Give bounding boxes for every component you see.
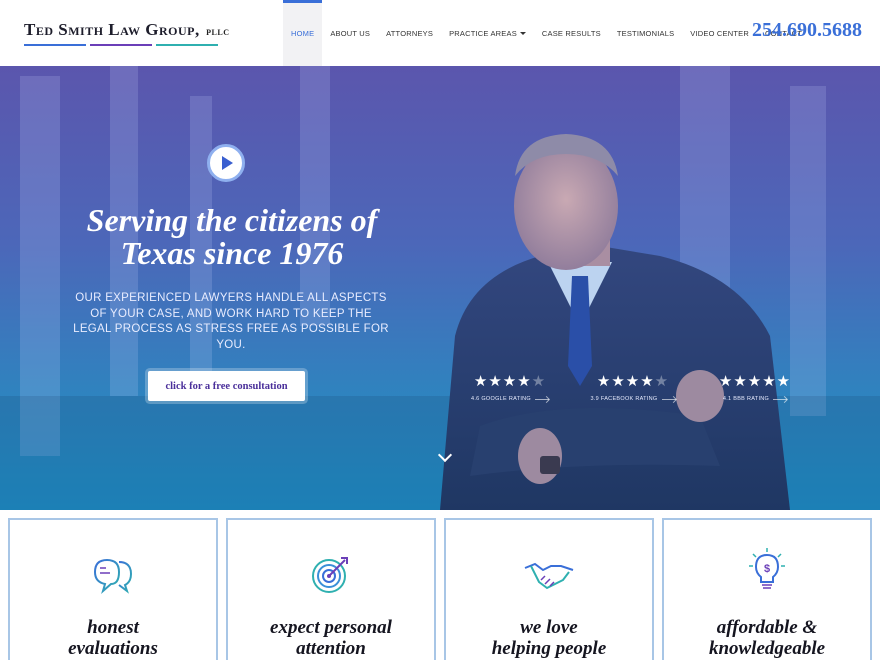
feature-title: we love helping people	[491, 617, 607, 659]
feature-card-honest-evaluations: honest evaluations	[8, 518, 218, 660]
rating-facebook[interactable]: ★★★★★ 3.9 Facebook Rating	[578, 372, 688, 402]
logo-bar-purple	[90, 44, 152, 46]
site-header: Ted Smith Law Group, PLLC Home About Us …	[0, 0, 880, 66]
ratings: ★★★★★ 4.6 Google Rating ★★★★★ 3.9 Facebo…	[0, 66, 880, 510]
stars-full: ★★★★	[473, 373, 532, 390]
feature-card-personal-attention: expect personal attention	[226, 518, 436, 660]
caret-down-icon	[519, 31, 526, 35]
rating-google[interactable]: ★★★★★ 4.6 Google Rating	[455, 372, 565, 402]
rating-label-text: 3.9 Facebook Rating	[590, 396, 658, 402]
nav-practice-areas[interactable]: Practice Areas	[441, 0, 534, 66]
stars-full: ★★★★★	[718, 373, 792, 390]
target-icon	[228, 554, 434, 594]
star-partial: ★	[654, 373, 670, 390]
feature-title: honest evaluations	[68, 617, 158, 659]
feature-card-helping-people: we love helping people	[444, 518, 654, 660]
nav-home[interactable]: Home	[283, 0, 323, 66]
star-rating: ★★★★★	[455, 372, 565, 390]
feature-card-affordable-knowledgeable: $ affordable & knowledgeable	[662, 518, 872, 660]
star-rating: ★★★★★	[700, 372, 810, 390]
rating-label: 3.9 Facebook Rating	[578, 396, 688, 402]
feature-title: affordable & knowledgeable	[708, 617, 826, 659]
phone-number[interactable]: 254.690.5688	[752, 19, 862, 42]
rating-label: 4.6 Google Rating	[455, 396, 565, 402]
star-partial: ★	[531, 373, 547, 390]
speech-bubbles-icon	[10, 554, 216, 594]
nav-testimonials[interactable]: Testimonials	[609, 0, 682, 66]
logo-suffix: PLLC	[206, 28, 230, 37]
arrow-right-icon	[773, 398, 788, 400]
logo-underline-bars	[24, 44, 230, 46]
nav-video-center[interactable]: Video Center	[682, 0, 757, 66]
nav-practice-areas-label: Practice Areas	[449, 28, 517, 38]
logo-bar-blue	[24, 44, 86, 46]
main-nav: Home About Us Attorneys Practice Areas C…	[283, 0, 810, 66]
arrow-right-icon	[535, 398, 549, 400]
stars-full: ★★★★	[596, 373, 655, 390]
lightbulb-dollar-icon: $	[664, 546, 870, 589]
svg-text:$: $	[764, 563, 770, 575]
rating-label-text: 4.1 BBB Rating	[722, 396, 770, 402]
nav-attorneys[interactable]: Attorneys	[378, 0, 441, 66]
rating-label-text: 4.6 Google Rating	[470, 396, 531, 402]
feature-title: expect personal attention	[270, 617, 392, 659]
logo-bar-teal	[156, 44, 218, 46]
arrow-right-icon	[661, 398, 676, 400]
handshake-icon	[446, 554, 652, 594]
logo[interactable]: Ted Smith Law Group, PLLC	[24, 20, 230, 46]
hero-banner: Serving the citizens of Texas since 1976…	[0, 66, 880, 510]
features-section: honest evaluations expect personal atten…	[0, 510, 880, 660]
logo-name: Ted Smith Law Group,	[24, 20, 200, 39]
nav-about-us[interactable]: About Us	[322, 0, 378, 66]
nav-case-results[interactable]: Case Results	[534, 0, 609, 66]
star-rating: ★★★★★	[578, 372, 688, 390]
rating-bbb[interactable]: ★★★★★ 4.1 BBB Rating	[700, 372, 810, 402]
rating-label: 4.1 BBB Rating	[700, 396, 810, 402]
